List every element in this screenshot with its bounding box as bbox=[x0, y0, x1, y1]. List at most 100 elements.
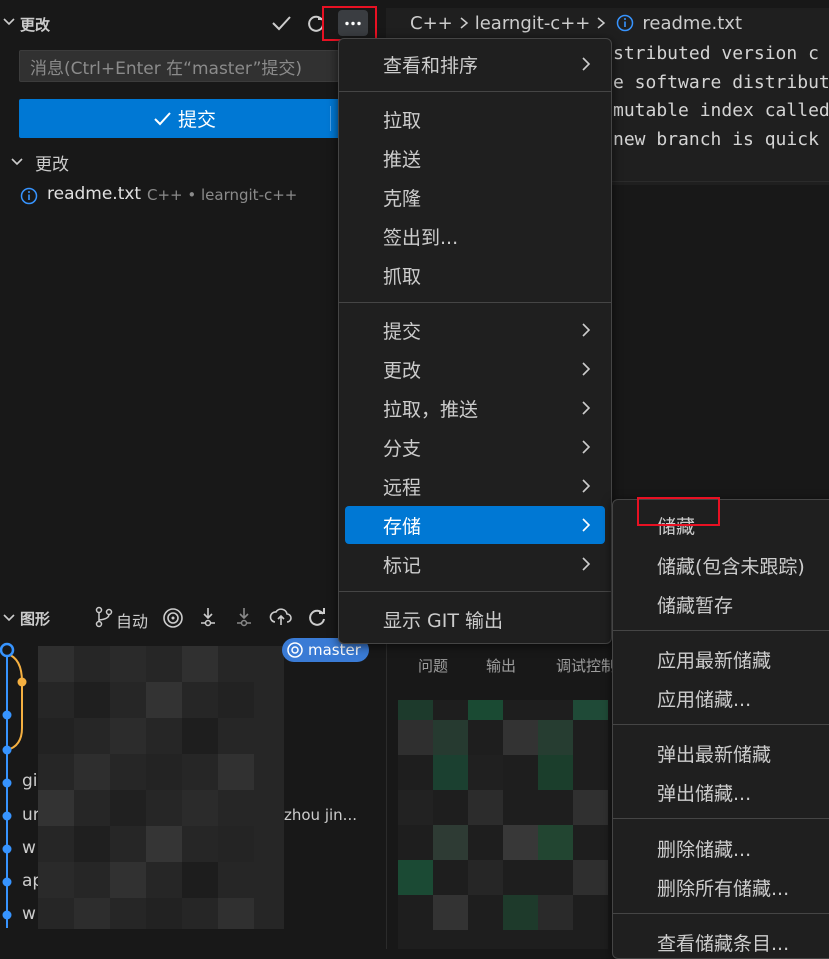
menu-separator bbox=[613, 630, 829, 631]
code-line: e software distribut bbox=[613, 72, 829, 93]
chevron-right-icon bbox=[581, 361, 591, 377]
graph-section-header[interactable]: 图形 自动 bbox=[0, 603, 386, 633]
refresh-icon[interactable] bbox=[306, 606, 328, 628]
menu-item-label: 拉取，推送 bbox=[383, 398, 479, 421]
chevron-right-icon bbox=[581, 322, 591, 338]
chevron-right-icon bbox=[581, 56, 591, 72]
commit-message-input[interactable]: 消息(Ctrl+Enter 在“master”提交) bbox=[19, 50, 339, 82]
menu-separator bbox=[613, 818, 829, 819]
submenu-item-stash-staged[interactable]: 储藏暂存 bbox=[657, 591, 733, 618]
submenu-item-pop-latest[interactable]: 弹出最新储藏 bbox=[657, 740, 771, 767]
menu-separator bbox=[339, 302, 611, 303]
menu-item-pull[interactable]: 拉取 bbox=[345, 100, 605, 138]
tab-debug-console[interactable]: 调试控制 bbox=[556, 655, 616, 676]
breadcrumb-item[interactable]: C++ bbox=[410, 13, 453, 34]
submenu-item-apply-latest[interactable]: 应用最新储藏 bbox=[657, 646, 771, 673]
auto-label[interactable]: 自动 bbox=[116, 608, 148, 632]
target-icon bbox=[286, 641, 304, 659]
menu-item-label: 标记 bbox=[383, 554, 422, 577]
more-actions-menu: 查看和排序 拉取 推送 克隆 签出到... 抓取 提交 更改 拉取，推送 分支 … bbox=[338, 38, 612, 644]
menu-item-tags[interactable]: 标记 bbox=[345, 545, 605, 583]
pull-icon[interactable] bbox=[234, 606, 254, 628]
chevron-right-icon bbox=[581, 400, 591, 416]
menu-item-clone[interactable]: 克隆 bbox=[345, 178, 605, 216]
info-icon bbox=[20, 187, 38, 205]
chevron-right-icon bbox=[581, 478, 591, 494]
menu-item-label: 更改 bbox=[383, 359, 422, 382]
more-actions-button[interactable] bbox=[338, 10, 368, 36]
file-name: readme.txt bbox=[47, 184, 142, 204]
menu-item-label: 提交 bbox=[383, 320, 422, 343]
breadcrumb-item[interactable]: learngit-c++ bbox=[475, 13, 591, 34]
menu-item-stash[interactable]: 存储 bbox=[345, 506, 605, 544]
submenu-item-drop-all[interactable]: 删除所有储藏... bbox=[657, 874, 789, 901]
target-icon[interactable] bbox=[162, 607, 184, 629]
editor-tab-strip bbox=[386, 0, 829, 8]
menu-item-label: 抓取 bbox=[383, 265, 422, 288]
menu-item-label: 分支 bbox=[383, 437, 422, 460]
stash-highlight bbox=[637, 497, 720, 526]
chevron-right-icon bbox=[596, 16, 606, 30]
ellipsis-icon bbox=[344, 21, 362, 26]
menu-item-view-sort[interactable]: 查看和排序 bbox=[345, 45, 605, 83]
info-icon bbox=[616, 14, 634, 32]
menu-item-label: 签出到... bbox=[383, 226, 459, 249]
menu-separator bbox=[613, 913, 829, 914]
menu-separator bbox=[613, 724, 829, 725]
tab-problems[interactable]: 问题 bbox=[418, 655, 448, 676]
menu-separator bbox=[339, 591, 611, 592]
menu-item-branch[interactable]: 分支 bbox=[345, 428, 605, 466]
menu-separator bbox=[339, 91, 611, 92]
chevron-right-icon bbox=[459, 16, 469, 30]
commit-row-label[interactable]: gi bbox=[22, 771, 38, 791]
branch-icon[interactable] bbox=[94, 606, 114, 628]
menu-item-changes[interactable]: 更改 bbox=[345, 350, 605, 388]
commit-row-label[interactable]: w bbox=[22, 904, 36, 924]
commit-button[interactable]: 提交 bbox=[19, 99, 349, 138]
commit-author: zhou jin... bbox=[284, 806, 357, 824]
fetch-icon[interactable] bbox=[198, 606, 218, 628]
menu-item-checkout[interactable]: 签出到... bbox=[345, 217, 605, 255]
submenu-item-stash-untracked[interactable]: 储藏(包含未跟踪) bbox=[657, 552, 805, 579]
chevron-right-icon bbox=[581, 517, 591, 533]
menu-item-label: 存储 bbox=[383, 515, 422, 538]
menu-item-remote[interactable]: 远程 bbox=[345, 467, 605, 505]
pixelated-region bbox=[38, 646, 284, 929]
code-line: mutable index called bbox=[613, 100, 829, 121]
commit-check-icon[interactable] bbox=[270, 12, 292, 34]
chevron-down-icon bbox=[2, 611, 16, 625]
submenu-item-drop-stash[interactable]: 删除储藏... bbox=[657, 835, 751, 862]
menu-item-show-git-output[interactable]: 显示 GIT 输出 bbox=[345, 600, 605, 638]
commit-dropdown-divider bbox=[330, 106, 331, 131]
commit-button-label: 提交 bbox=[177, 109, 216, 131]
commit-message-placeholder: 消息(Ctrl+Enter 在“master”提交) bbox=[30, 58, 303, 79]
chevron-right-icon bbox=[581, 556, 591, 572]
submenu-item-apply-stash[interactable]: 应用储藏... bbox=[657, 685, 751, 712]
pixelated-region bbox=[398, 700, 608, 949]
menu-item-label: 远程 bbox=[383, 476, 422, 499]
menu-item-pull-push[interactable]: 拉取，推送 bbox=[345, 389, 605, 427]
chevron-right-icon bbox=[581, 439, 591, 455]
graph-title: 图形 bbox=[20, 610, 51, 628]
chevron-down-icon bbox=[2, 15, 16, 29]
breadcrumb: C++ learngit-c++ readme.txt bbox=[410, 8, 742, 38]
stash-submenu: 储藏 储藏(包含未跟踪) 储藏暂存 应用最新储藏 应用储藏... 弹出最新储藏 … bbox=[612, 499, 829, 959]
menu-item-label: 查看和排序 bbox=[383, 54, 479, 77]
menu-item-fetch[interactable]: 抓取 bbox=[345, 256, 605, 294]
menu-item-commit[interactable]: 提交 bbox=[345, 311, 605, 349]
check-icon bbox=[152, 109, 172, 129]
cloud-upload-icon[interactable] bbox=[269, 606, 293, 628]
tab-output[interactable]: 输出 bbox=[486, 655, 516, 676]
submenu-item-pop-stash[interactable]: 弹出储藏... bbox=[657, 779, 751, 806]
submenu-item-view-stash[interactable]: 查看储藏条目... bbox=[657, 929, 789, 956]
menu-item-label: 克隆 bbox=[383, 187, 422, 210]
section-title: 更改 bbox=[20, 16, 51, 34]
breadcrumb-item[interactable]: readme.txt bbox=[642, 13, 742, 34]
code-line: new branch is quick bbox=[613, 129, 819, 150]
changes-group-label: 更改 bbox=[35, 155, 69, 175]
file-path: C++ • learngit-c++ bbox=[147, 186, 298, 204]
menu-item-label: 推送 bbox=[383, 148, 422, 171]
panel-divider bbox=[386, 640, 387, 949]
commit-row-label[interactable]: w bbox=[22, 838, 36, 858]
menu-item-push[interactable]: 推送 bbox=[345, 139, 605, 177]
